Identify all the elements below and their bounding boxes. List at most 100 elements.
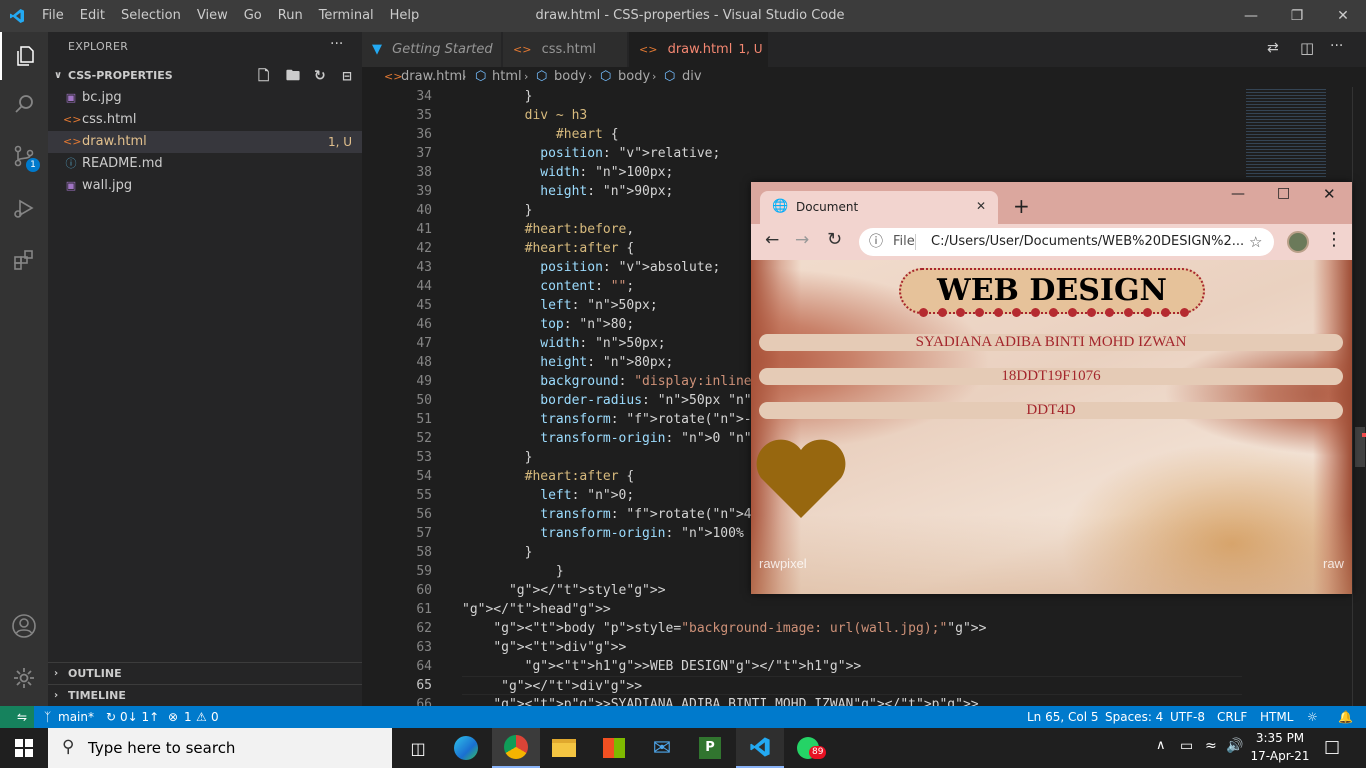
edge-app[interactable] — [442, 728, 490, 768]
code-line[interactable]: height: "n">90px; — [462, 182, 673, 201]
code-line[interactable]: left: "n">0; — [462, 486, 634, 505]
mail-app[interactable]: ✉ — [638, 728, 686, 768]
search-activity-button[interactable] — [0, 80, 48, 128]
new-file-icon[interactable]: 🗋 — [258, 65, 269, 87]
menu-help[interactable]: Help — [382, 0, 428, 32]
notifications-icon[interactable]: □ — [1324, 737, 1340, 757]
encoding[interactable]: UTF-8 — [1170, 706, 1205, 728]
collapse-all-icon[interactable]: ⊟ — [342, 65, 352, 87]
code-line[interactable]: div ~ h3 — [462, 106, 588, 125]
menu-edit[interactable]: Edit — [72, 0, 113, 32]
back-icon[interactable]: ← — [765, 230, 779, 250]
language-mode[interactable]: HTML — [1260, 706, 1293, 728]
code-line[interactable]: } — [462, 448, 533, 467]
code-line[interactable]: transform: "f">rotate("n">45deg); — [462, 505, 798, 524]
tab-getting-started[interactable]: ▼ Getting Started — [362, 32, 502, 67]
vertical-scrollbar[interactable] — [1352, 87, 1366, 706]
code-line[interactable]: top: "n">80; — [462, 315, 634, 334]
code-line[interactable]: height: "n">80px; — [462, 353, 673, 372]
maximize-icon[interactable]: □ — [1277, 185, 1290, 201]
close-tab-icon[interactable]: ✕ — [976, 199, 986, 213]
volume-icon[interactable]: 🔊 — [1226, 738, 1243, 754]
store-app[interactable] — [590, 728, 638, 768]
file-item[interactable]: ▣ wall.jpg — [48, 175, 362, 197]
project-app[interactable]: P — [686, 728, 734, 768]
code-line[interactable]: "g"></"t">div"g">> — [462, 676, 1242, 695]
restore-button[interactable]: ❐ — [1274, 0, 1320, 32]
menu-go[interactable]: Go — [236, 0, 270, 32]
vscode-app[interactable] — [736, 728, 784, 768]
breadcrumb-item[interactable]: body — [554, 67, 586, 87]
menu-run[interactable]: Run — [270, 0, 311, 32]
code-line[interactable]: } — [462, 201, 533, 220]
code-line[interactable]: #heart:after { — [462, 239, 635, 258]
wifi-icon[interactable]: ≈ — [1205, 738, 1217, 754]
menu-terminal[interactable]: Terminal — [311, 0, 382, 32]
run-debug-activity-button[interactable] — [0, 184, 48, 232]
breadcrumb-item[interactable]: div — [682, 67, 702, 87]
bell-icon[interactable]: 🔔 — [1338, 706, 1353, 728]
star-icon[interactable]: ☆ — [1249, 228, 1262, 256]
code-line[interactable]: width: "n">100px; — [462, 163, 673, 182]
code-line[interactable]: "g"><"t">body "p">style="background-imag… — [462, 619, 986, 638]
code-line[interactable]: } — [462, 87, 533, 106]
breadcrumb-item[interactable]: draw.html — [401, 67, 466, 87]
indentation[interactable]: Spaces: 4 — [1105, 706, 1163, 728]
menu-view[interactable]: View — [189, 0, 236, 32]
cursor-position[interactable]: Ln 65, Col 5 — [1027, 706, 1099, 728]
code-line[interactable]: "g"><"t">div"g">> — [462, 638, 626, 657]
close-window-button[interactable]: ✕ — [1320, 0, 1366, 32]
refresh-icon[interactable]: ↻ — [314, 65, 326, 87]
code-line[interactable]: "g"><"t">h1"g">>WEB DESIGN"g"></"t">h1"g… — [462, 657, 862, 676]
avatar[interactable] — [1287, 231, 1309, 253]
file-item-active[interactable]: <> draw.html 1, U — [48, 131, 362, 153]
code-line[interactable]: left: "n">50px; — [462, 296, 657, 315]
tab-css-html[interactable]: <> css.html — [503, 32, 628, 67]
code-line[interactable]: transform-origin: "n">0 "n">100%; — [462, 429, 798, 448]
source-control-activity-button[interactable]: 1 — [0, 132, 48, 180]
menu-selection[interactable]: Selection — [113, 0, 189, 32]
kebab-menu-icon[interactable]: ⋮ — [1325, 229, 1343, 250]
extensions-activity-button[interactable] — [0, 236, 48, 284]
file-item[interactable]: <> css.html — [48, 109, 362, 131]
code-line[interactable]: } — [462, 562, 564, 581]
new-tab-button[interactable]: + — [1013, 194, 1030, 218]
code-line[interactable]: #heart:after { — [462, 467, 635, 486]
breadcrumb-item[interactable]: body — [618, 67, 650, 87]
minimize-icon[interactable]: — — [1231, 186, 1245, 202]
folder-header[interactable]: ∨ CSS-PROPERTIES 🗋 🖿 ↻ ⊟ — [48, 65, 362, 87]
code-line[interactable]: "g"><"t">p"g">>SYADIANA ADIBA BINTI MOHD… — [462, 695, 978, 706]
sync-status[interactable]: 0↓ 1↑ — [120, 706, 159, 728]
code-line[interactable]: "g"></"t">head"g">> — [462, 600, 611, 619]
battery-icon[interactable]: ▭ — [1180, 738, 1193, 754]
code-line[interactable]: content: ""; — [462, 277, 634, 296]
close-icon[interactable]: ✕ — [1323, 185, 1336, 203]
code-line[interactable]: position: "v">relative; — [462, 144, 720, 163]
code-line[interactable]: width: "n">50px; — [462, 334, 665, 353]
clock-date[interactable]: 17-Apr-21 — [1250, 749, 1310, 763]
end-of-line[interactable]: CRLF — [1217, 706, 1247, 728]
accounts-activity-button[interactable] — [0, 602, 48, 650]
more-actions-icon[interactable]: ··· — [1330, 38, 1343, 54]
explorer-activity-button[interactable] — [0, 32, 48, 80]
forward-icon[interactable]: → — [795, 230, 809, 250]
branch-label[interactable]: main* — [58, 706, 94, 728]
more-actions-icon[interactable]: ··· — [330, 36, 343, 52]
chevron-up-icon[interactable]: ∧ — [1156, 738, 1166, 753]
whatsapp-app[interactable]: 89 — [784, 728, 832, 768]
menu-file[interactable]: File — [34, 0, 72, 32]
taskbar-search[interactable]: ⚲ Type here to search — [48, 728, 392, 768]
file-item[interactable]: ⓘ README.md — [48, 153, 362, 175]
outline-section[interactable]: › OUTLINE — [48, 662, 362, 684]
clock-time[interactable]: 3:35 PM — [1250, 731, 1310, 745]
new-folder-icon[interactable]: 🖿 — [286, 65, 300, 87]
reload-icon[interactable]: ↻ — [827, 229, 842, 250]
tab-draw-html[interactable]: <> draw.html 1, U ✕ — [629, 32, 769, 92]
code-line[interactable]: "g"></"t">style"g">> — [462, 581, 666, 600]
timeline-section[interactable]: › TIMELINE — [48, 684, 362, 706]
start-button[interactable] — [0, 728, 48, 768]
file-item[interactable]: ▣ bc.jpg — [48, 87, 362, 109]
browser-tab[interactable]: 🌐 Document ✕ — [760, 191, 998, 224]
task-view-button[interactable]: ◫ — [394, 728, 442, 768]
feedback-icon[interactable]: ☼ — [1307, 706, 1318, 728]
